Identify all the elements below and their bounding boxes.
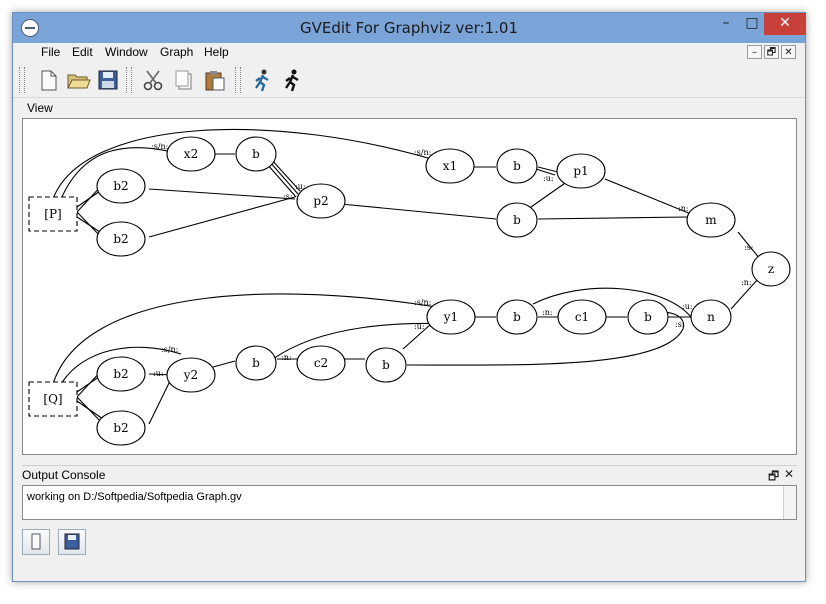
- edge-label: :s:: [283, 192, 293, 201]
- node-Q[interactable]: [Q]: [43, 392, 62, 406]
- node-x2[interactable]: x2: [184, 147, 198, 161]
- edge-label: :u:: [543, 174, 554, 183]
- close-button[interactable]: ✕: [764, 13, 806, 35]
- menu-window[interactable]: Window: [105, 45, 148, 59]
- node-y1[interactable]: y1: [443, 310, 458, 324]
- layout-run-icon[interactable]: [249, 67, 275, 93]
- edge-label: :s/n:: [151, 142, 168, 151]
- menu-help[interactable]: Help: [204, 45, 229, 59]
- node-p2[interactable]: p2: [313, 194, 328, 208]
- node-x1[interactable]: x1: [443, 159, 457, 173]
- open-folder-icon[interactable]: [65, 67, 91, 93]
- edge-label: :n:: [741, 278, 752, 287]
- node-b[interactable]: b: [382, 358, 390, 372]
- copy-icon[interactable]: [171, 67, 197, 93]
- paste-icon[interactable]: [202, 67, 228, 93]
- edge-label: :s:: [675, 320, 685, 329]
- new-file-icon[interactable]: [35, 67, 61, 93]
- window-title: GVEdit For Graphviz ver:1.01: [299, 19, 519, 37]
- node-y2[interactable]: y2: [183, 368, 198, 382]
- menu-bar: File Edit Window Graph Help: [13, 43, 805, 63]
- view-panel-label: View: [27, 101, 53, 115]
- edge-label: :u:: [682, 302, 693, 311]
- output-console-title: Output Console: [22, 468, 106, 482]
- app-window: GVEdit For Graphviz ver:1.01 – □ ✕ File …: [12, 12, 806, 582]
- toolbar-separator: [126, 67, 132, 93]
- node-n[interactable]: n: [707, 310, 715, 324]
- clear-icon[interactable]: [22, 529, 50, 555]
- node-b[interactable]: b: [513, 213, 521, 227]
- node-b[interactable]: b: [513, 310, 521, 324]
- node-p1[interactable]: p1: [573, 164, 588, 178]
- toolbar-grip[interactable]: [19, 67, 25, 93]
- graph-svg: [P] [Q] b2 b2 x2 b p2 x1 b p1 b m z y1 b…: [28, 128, 791, 446]
- node-b[interactable]: b: [252, 147, 260, 161]
- save-log-icon[interactable]: [58, 529, 86, 555]
- edge-label: :u:: [295, 182, 306, 191]
- menu-graph[interactable]: Graph: [160, 45, 193, 59]
- edge-label: :n:: [542, 308, 553, 317]
- edge-label: :s:: [744, 243, 754, 252]
- edge-label: :n:: [678, 204, 689, 213]
- minimize-button[interactable]: –: [713, 13, 739, 35]
- node-c2[interactable]: c2: [314, 356, 328, 370]
- console-scrollbar[interactable]: [783, 486, 796, 519]
- output-console-header: Output Console 🗗 ✕: [22, 465, 797, 484]
- output-console[interactable]: working on D:/Softpedia/Softpedia Graph.…: [22, 485, 797, 520]
- node-b2[interactable]: b2: [113, 232, 128, 246]
- toolbar: [13, 63, 805, 98]
- node-b2[interactable]: b2: [113, 421, 128, 435]
- node-b[interactable]: b: [513, 159, 521, 173]
- edge-label: :u:: [414, 322, 425, 331]
- graph-canvas[interactable]: [P] [Q] b2 b2 x2 b p2 x1 b p1 b m z y1 b…: [22, 118, 797, 455]
- run-icon[interactable]: [279, 67, 305, 93]
- console-output-text: working on D:/Softpedia/Softpedia Graph.…: [27, 491, 242, 503]
- edge-label: :s/n:: [161, 345, 178, 354]
- console-close-button[interactable]: ✕: [784, 467, 794, 481]
- cut-icon[interactable]: [140, 67, 166, 93]
- mdi-minimize-button[interactable]: –: [747, 45, 762, 59]
- title-bar: GVEdit For Graphviz ver:1.01 – □ ✕: [13, 13, 806, 43]
- node-P[interactable]: [P]: [44, 207, 61, 221]
- mdi-close-button[interactable]: ✕: [781, 45, 796, 59]
- edge-label: :s/n:: [414, 148, 431, 157]
- menu-file[interactable]: File: [41, 45, 60, 59]
- mdi-restore-button[interactable]: 🗗: [764, 45, 779, 59]
- node-b2[interactable]: b2: [113, 367, 128, 381]
- save-icon[interactable]: [95, 67, 121, 93]
- node-b2[interactable]: b2: [113, 179, 128, 193]
- node-z[interactable]: z: [768, 262, 774, 276]
- toolbar-separator: [235, 67, 241, 93]
- node-b[interactable]: b: [252, 356, 260, 370]
- node-m[interactable]: m: [705, 213, 717, 227]
- edge-label: :n:: [281, 353, 292, 362]
- node-b[interactable]: b: [644, 310, 652, 324]
- maximize-button[interactable]: □: [739, 13, 765, 35]
- menu-edit[interactable]: Edit: [72, 45, 93, 59]
- edge-label: :u:: [153, 369, 164, 378]
- node-c1[interactable]: c1: [575, 310, 589, 324]
- edge-label: :s/n:: [414, 298, 431, 307]
